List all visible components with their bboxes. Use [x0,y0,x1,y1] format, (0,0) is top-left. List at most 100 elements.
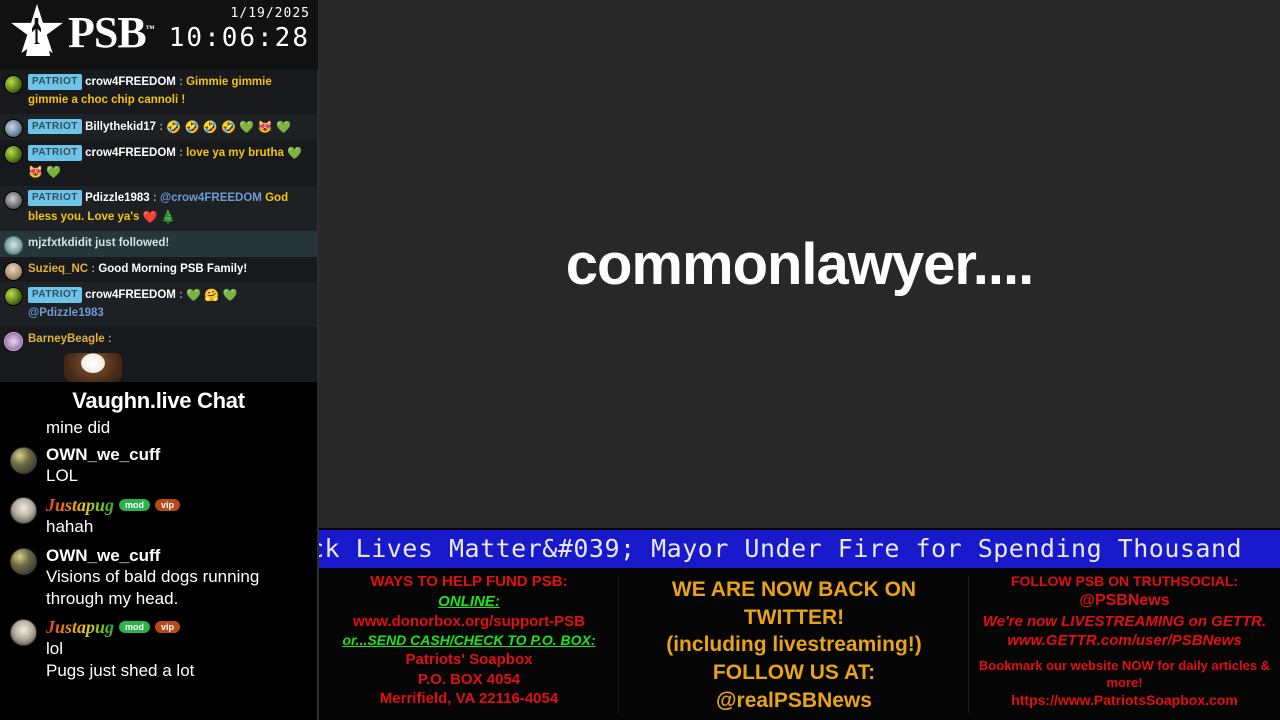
news-ticker: ck Lives Matter&#039; Mayor Under Fire f… [319,530,1280,568]
badge-vip: vip [155,499,181,511]
vaughn-message-continuation: mine did [46,418,111,437]
avatar-crow4freedom [4,145,23,165]
banner-l4: or...SEND CASH/CHECK TO P.O. BOX: [342,632,596,649]
clock-date: 1/19/2025 [230,6,310,21]
news-ticker-text: ck Lives Matter&#039; Mayor Under Fire f… [319,534,1243,563]
chat-username[interactable]: Pdizzle1983 [85,192,150,204]
banner-donate-panel: WAYS TO HELP FUND PSB: ONLINE: www.donor… [319,570,619,720]
badge-patriot: PATRIOT [28,74,82,90]
vaughn-message-text: lol Pugs just shed a lot [46,639,195,680]
chat-message-row[interactable]: Suzieq_NC : Good Morning PSB Family! [0,257,317,283]
vaughn-message-row[interactable]: OWN_we_cuff LOL [0,439,317,489]
follow-alert-row: mjzfxtkdidit just followed! [0,230,317,257]
vaughn-message-row[interactable]: Justapug mod vip lol Pugs just shed a lot [0,611,317,684]
stream-screen: PSB™ 1/19/2025 10:06:28 PATRIOT crow4FRE… [0,0,1280,720]
avatar-crow4freedom [4,287,23,307]
psb-header-bar: PSB™ 1/19/2025 10:06:28 [0,0,318,70]
badge-patriot: PATRIOT [28,287,82,303]
chat-message-row[interactable]: PATRIOT crow4FREEDOM : love ya my brutha… [0,140,317,186]
vaughn-message-text: hahah [46,517,94,536]
chat-colon: : [179,76,183,88]
sponsor-banner: WAYS TO HELP FUND PSB: ONLINE: www.donor… [319,570,1280,720]
banner-twitter-panel: WE ARE NOW BACK ON TWITTER! (including l… [619,570,969,720]
banner-r1: FOLLOW PSB ON TRUTHSOCIAL: [1010,573,1239,589]
psb-wordmark: PSB™ [68,8,155,57]
chat-emotes: 💚 🤗 💚 [186,288,238,303]
badge-patriot: PATRIOT [28,145,82,161]
banner-r6: https://www.PatriotsSoapbox.com [1011,692,1238,709]
avatar-justapug [10,497,37,524]
vaughn-message-row[interactable]: Justapug mod vip hahah [0,489,317,540]
star-soapbox-icon [10,4,64,62]
banner-c1: WE ARE NOW BACK ON TWITTER! [671,578,917,629]
chat-colon: : [179,289,183,302]
badge-vip: vip [155,621,181,634]
vaughn-username[interactable]: Justapug [46,617,114,638]
chat-message-row[interactable]: BarneyBeagle : [0,327,317,382]
chat-colon: : [107,332,112,345]
badge-patriot: PATRIOT [28,118,82,135]
video-player[interactable]: commonlawyer.... [319,0,1280,528]
avatar-own-we-cuff [10,447,37,475]
avatar-justapug [10,619,37,647]
banner-r4: www.GETTR.com/user/PSBNews [1007,632,1242,650]
badge-mod: mod [119,621,151,634]
vaughn-chat-title: Vaughn.live Chat [72,388,245,413]
chat-message-row[interactable]: PATRIOT crow4FREEDOM : 💚 🤗 💚 @Pdizzle198… [0,282,317,327]
chat-text: Good Morning PSB Family! [98,262,248,275]
avatar-follower [4,235,23,255]
left-column: PSB™ 1/19/2025 10:06:28 PATRIOT crow4FRE… [0,0,318,720]
banner-l1: WAYS TO HELP FUND PSB: [370,573,568,590]
banner-r5: Bookmark our website NOW for daily artic… [978,658,1271,691]
psb-trademark: ™ [145,23,155,34]
chat-emotes: ❤️ 🎄 [142,209,176,224]
avatar-barneybeagle [4,331,23,351]
banner-l2: ONLINE: [438,592,500,610]
main-column: commonlawyer.... ck Lives Matter&#039; M… [319,0,1280,720]
chat-message-row[interactable]: PATRIOT Billythekid17 : 🤣 🤣 🤣 🤣 💚 😻 💚 [0,113,317,141]
chat-username[interactable]: BarneyBeagle [28,333,105,345]
chat-colon: : [91,262,96,275]
avatar-suzieq [4,261,23,281]
vaughn-username[interactable]: OWN_we_cuff [46,445,160,465]
vaughn-username[interactable]: Justapug [46,495,114,516]
chat-mention[interactable]: @Pdizzle1983 [28,307,104,319]
chat-username[interactable]: crow4FREEDOM [85,289,176,301]
avatar-crow4freedom [4,75,23,94]
banner-c3: FOLLOW US AT: [712,661,876,685]
vaughn-message-row[interactable]: OWN_we_cuff Visions of bald dogs running… [0,540,317,612]
trovo-chat-list[interactable]: PATRIOT crow4FREEDOM : Gimmie gimmie gim… [0,70,318,382]
chat-message-row[interactable]: PATRIOT Pdizzle1983 : @crow4FREEDOM God … [0,186,317,231]
vaughn-message-text: LOL [46,466,79,486]
clock-time: 10:06:28 [168,23,310,53]
avatar-billythekid17 [4,118,23,138]
chat-colon: : [179,147,183,160]
vaughn-username[interactable]: OWN_we_cuff [46,546,160,566]
banner-l3: www.donorbox.org/support-PSB [353,612,585,630]
badge-patriot: PATRIOT [28,190,82,206]
banner-c2: (including livestreaming!) [666,633,922,657]
chat-mention[interactable]: @crow4FREEDOM [160,192,262,204]
clock-block: 1/19/2025 10:06:28 [169,6,310,53]
video-overlay-text: commonlawyer.... [565,231,1035,297]
chat-text: love ya my brutha [186,147,284,160]
psb-logo: PSB™ [10,4,155,62]
chat-username[interactable]: crow4FREEDOM [85,147,176,159]
banner-truthsocial-panel: FOLLOW PSB ON TRUTHSOCIAL: @PSBNews We'r… [969,570,1280,720]
psb-brand-text: PSB [68,8,147,57]
chat-message-row[interactable]: PATRIOT crow4FREEDOM : Gimmie gimmie gim… [0,70,317,114]
chat-username[interactable]: Billythekid17 [85,121,156,133]
avatar-pdizzle1983 [4,191,23,211]
avatar-own-we-cuff [10,547,37,575]
chat-username[interactable]: crow4FREEDOM [85,76,176,88]
chat-username[interactable]: Suzieq_NC [28,263,88,275]
vaughn-message-text: Visions of bald dogs running through my … [46,566,260,608]
vaughn-chat-panel[interactable]: Vaughn.live Chat mine did OWN_we_cuff LO… [0,382,318,720]
banner-l7: Merrifield, VA 22116-4054 [379,690,559,708]
badge-mod: mod [119,499,151,511]
follow-alert-text: mjzfxtkdidit just followed! [28,236,170,249]
banner-l6: P.O. BOX 4054 [417,670,521,688]
banner-r3: We're now LIVESTREAMING on GETTR. [982,612,1267,630]
chat-colon: : [159,120,164,133]
coffee-cup-image [64,352,122,382]
